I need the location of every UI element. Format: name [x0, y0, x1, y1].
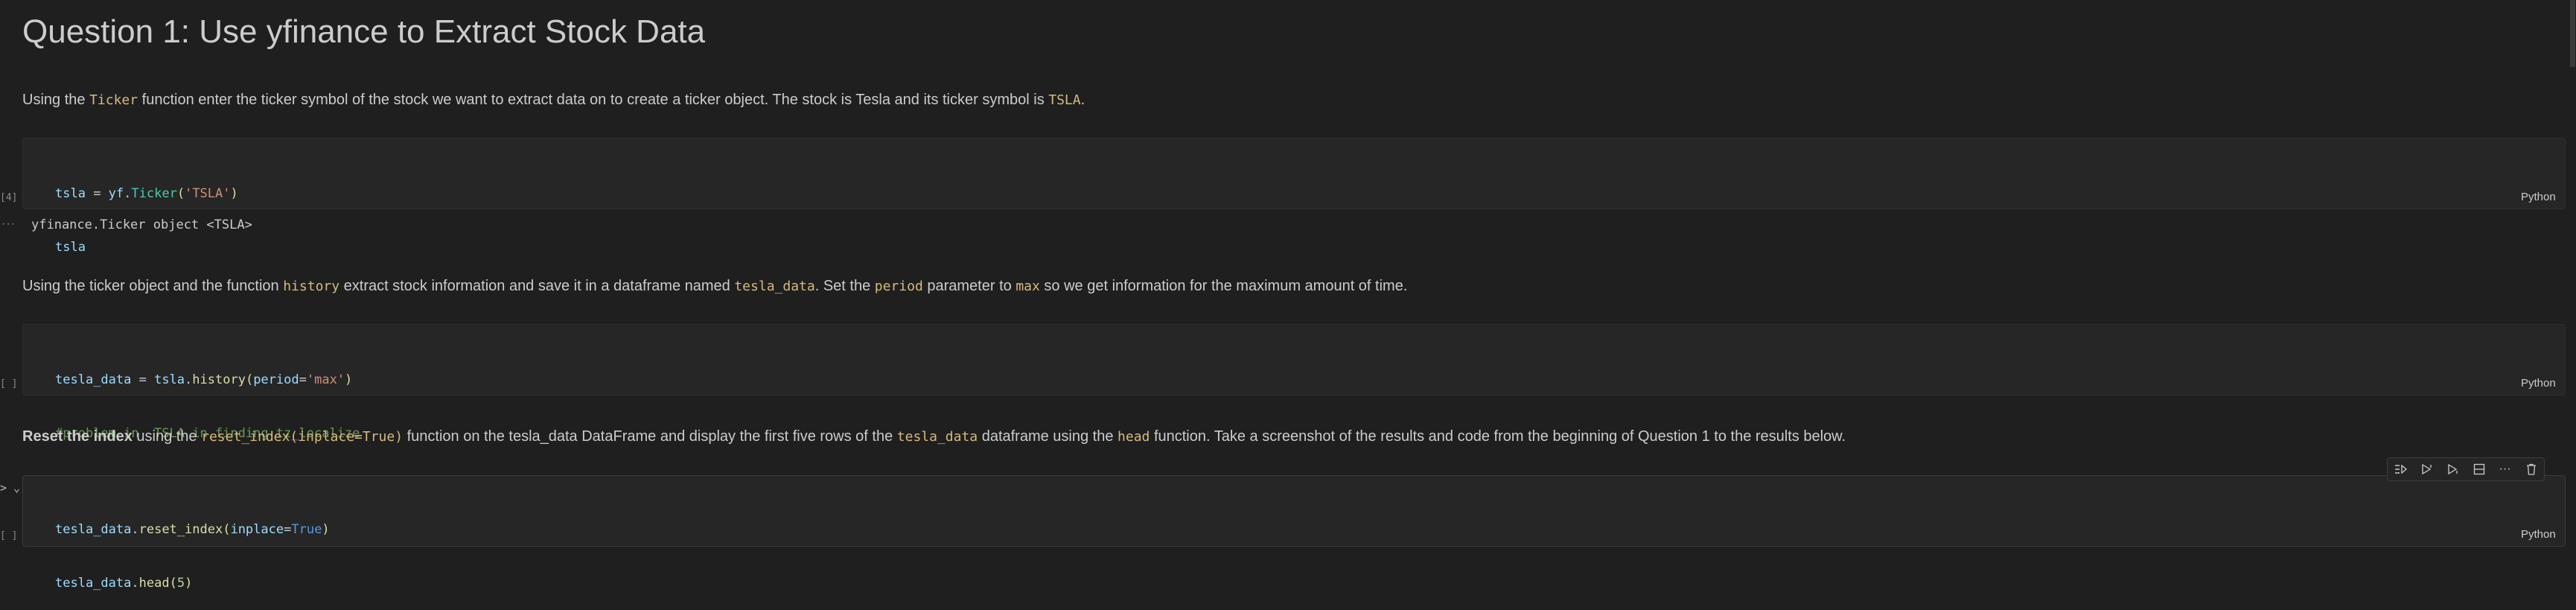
inline-code: max: [1016, 279, 1040, 294]
markdown-paragraph-3: Reset the index using the reset_index(in…: [22, 428, 1846, 445]
markdown-paragraph-2: Using the ticker object and the function…: [22, 278, 1408, 294]
delete-icon[interactable]: [2522, 460, 2540, 478]
cell-language-label[interactable]: Python: [2521, 528, 2556, 541]
execution-count: [4]: [0, 192, 18, 203]
cell-output: yfinance.Ticker object <TSLA>: [31, 217, 252, 232]
code-line: tesla_data.reset_index(inplace=True): [55, 522, 330, 537]
code-cell-2[interactable]: [22, 324, 2566, 395]
code-cell-1[interactable]: [22, 138, 2566, 209]
more-icon[interactable]: ···: [2496, 460, 2514, 478]
execute-above-icon[interactable]: [2418, 460, 2436, 478]
execute-below-icon[interactable]: [2444, 460, 2462, 478]
code-line: tsla = yf.Ticker('TSLA'): [55, 186, 238, 201]
inline-code: tesla_data: [896, 429, 978, 445]
inline-code: period: [874, 279, 923, 294]
code-line: tesla_data.head(5): [55, 576, 193, 591]
inline-code: history: [283, 279, 340, 294]
split-cell-icon[interactable]: [2470, 460, 2488, 478]
cell-toolbar: ···: [2387, 457, 2545, 481]
code-line: tsla: [55, 240, 86, 255]
code-editor-cell-1[interactable]: tsla = yf.Ticker('TSLA') tsla: [55, 149, 238, 274]
run-by-line-icon[interactable]: [2392, 460, 2410, 478]
output-menu-icon[interactable]: ···: [1, 217, 16, 231]
inline-code: Ticker: [89, 92, 138, 108]
inline-code: TSLA: [1048, 92, 1081, 108]
execution-count: [ ]: [0, 530, 18, 541]
run-cell-chevron-icon[interactable]: > ⌄: [0, 481, 20, 495]
page-title: Question 1: Use yfinance to Extract Stoc…: [22, 13, 706, 50]
scrollbar-thumb[interactable]: [2570, 0, 2575, 67]
execution-count: [ ]: [0, 378, 18, 390]
code-cell-3[interactable]: [22, 475, 2566, 547]
inline-code: tesla_data: [734, 279, 815, 294]
cell-language-label[interactable]: Python: [2521, 191, 2556, 203]
cell-language-label[interactable]: Python: [2521, 377, 2556, 390]
markdown-paragraph-1: Using the Ticker function enter the tick…: [22, 92, 1085, 108]
code-line: tesla_data = tsla.history(period='max'): [55, 372, 353, 387]
inline-code: reset_index(inplace=True): [201, 429, 404, 445]
scrollbar[interactable]: [2569, 0, 2576, 571]
code-editor-cell-3[interactable]: tesla_data.reset_index(inplace=True) tes…: [55, 485, 330, 610]
inline-code: head: [1118, 429, 1150, 445]
